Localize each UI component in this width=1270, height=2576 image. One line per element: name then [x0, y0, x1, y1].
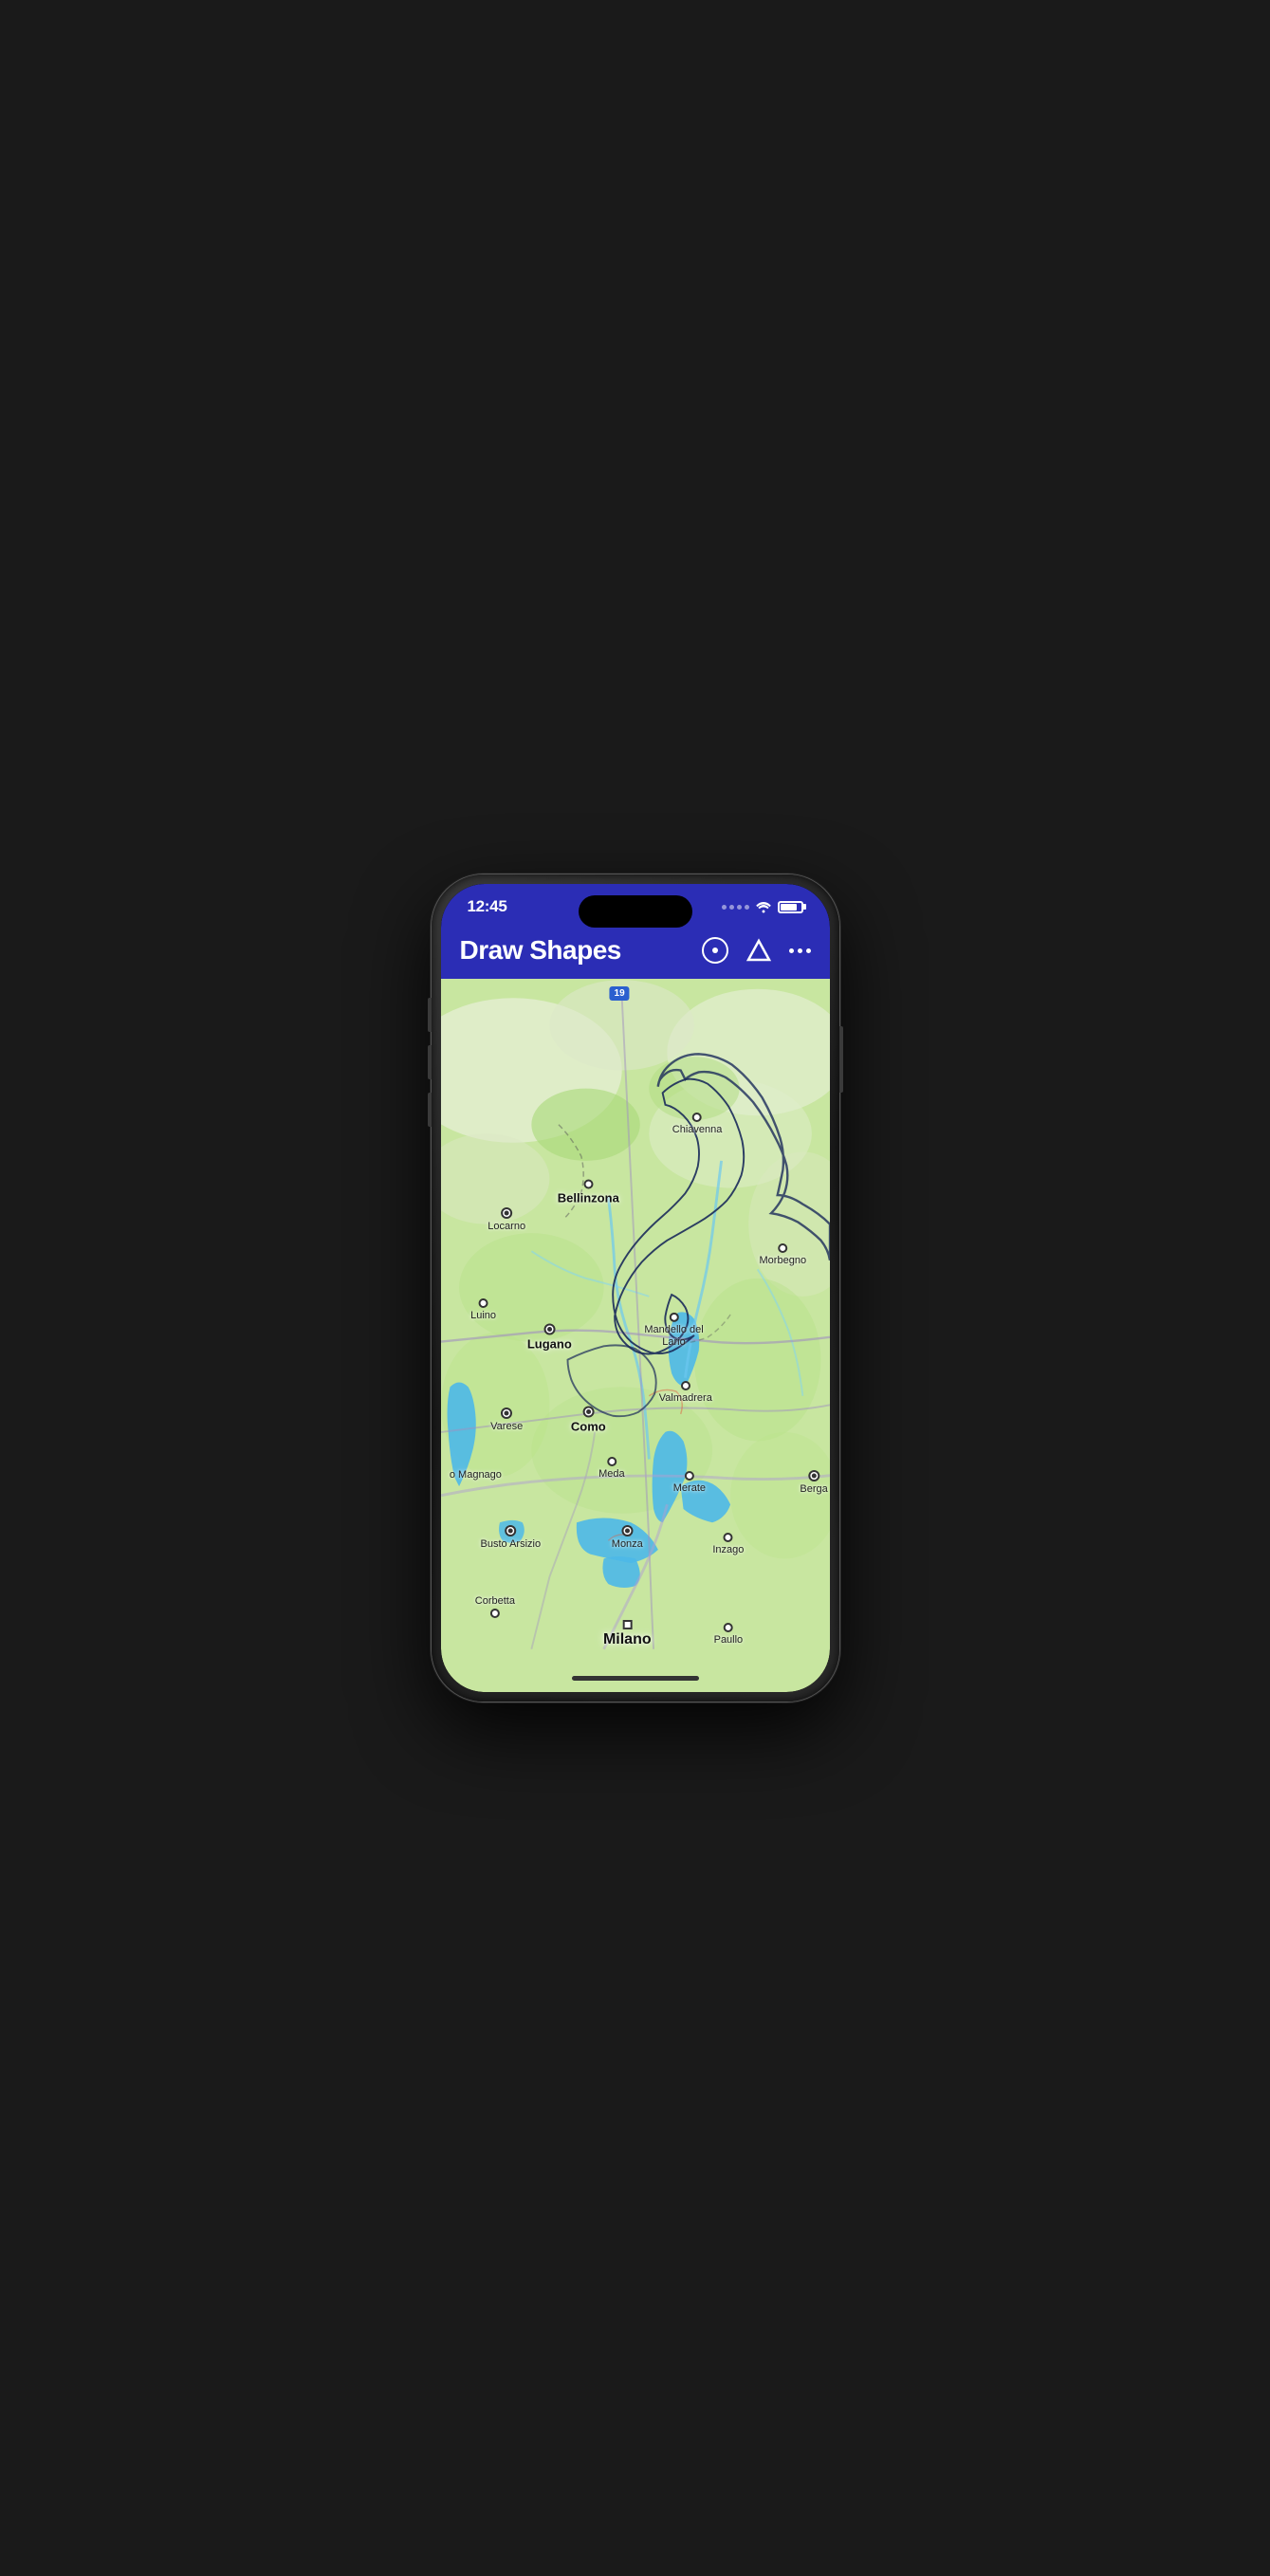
city-dot-como: [582, 1407, 594, 1418]
city-morbegno: Morbegno: [760, 1243, 807, 1266]
city-dot-morbegno: [778, 1243, 787, 1253]
city-como: Como: [571, 1407, 606, 1434]
city-magnago: o Magnago: [450, 1469, 502, 1481]
city-bellinzona: Bellinzona: [558, 1180, 619, 1205]
city-name-valmadrera: Valmadrera: [659, 1392, 712, 1404]
city-dot-bellinzona: [583, 1180, 593, 1189]
city-name-bellinzona: Bellinzona: [558, 1191, 619, 1205]
app-screen: 12:45: [441, 884, 830, 1692]
city-dot-valmadrera: [681, 1381, 690, 1390]
nav-bar: Draw Shapes: [441, 924, 830, 979]
city-name-luino: Luino: [470, 1310, 496, 1321]
city-luino: Luino: [470, 1298, 496, 1321]
city-dot-bergamo: [808, 1470, 819, 1481]
signal-dot-4: [745, 905, 749, 910]
city-corbetta: Corbetta: [475, 1595, 515, 1618]
city-paullo: Paullo: [714, 1623, 744, 1646]
city-dot-busto: [505, 1525, 516, 1536]
city-dot-luino: [479, 1298, 488, 1308]
city-name-inzago: Inzago: [712, 1544, 744, 1555]
nav-action-icons: [702, 937, 811, 964]
city-dot-locarno: [501, 1207, 512, 1219]
phone-screen: 12:45: [441, 884, 830, 1692]
signal-indicator: [722, 905, 749, 910]
city-inzago: Inzago: [712, 1533, 744, 1555]
city-monza: Monza: [612, 1525, 643, 1550]
map-background: [441, 979, 830, 1668]
signal-dot-2: [729, 905, 734, 910]
city-name-milano: Milano: [603, 1631, 652, 1648]
wifi-icon: [755, 900, 772, 913]
more-button[interactable]: [789, 948, 811, 953]
city-name-mandello: Mandello delLario: [644, 1324, 703, 1349]
city-dot-inzago: [724, 1533, 733, 1542]
city-name-morbegno: Morbegno: [760, 1255, 807, 1266]
signal-dot-1: [722, 905, 727, 910]
more-icon: [789, 948, 811, 953]
status-bar: 12:45: [441, 884, 830, 924]
target-icon: [702, 937, 728, 964]
city-dot-meda: [607, 1457, 617, 1466]
phone-device: 12:45: [432, 874, 839, 1702]
city-dot-varese: [501, 1408, 512, 1419]
signal-dot-3: [737, 905, 742, 910]
target-button[interactable]: [702, 937, 728, 964]
city-bergamo: Berga: [800, 1470, 827, 1495]
triangle-icon: [745, 937, 772, 964]
city-chiavenna: Chiavenna: [672, 1113, 723, 1135]
city-name-busto: Busto Arsizio: [481, 1538, 542, 1550]
city-dot-paullo: [724, 1623, 733, 1632]
city-locarno: Locarno: [488, 1207, 525, 1232]
city-lugano: Lugano: [527, 1324, 572, 1352]
map-view[interactable]: 19 Chiavenna Bellinzona Locarno: [441, 979, 830, 1668]
status-icons: [722, 900, 803, 913]
city-valmadrera: Valmadrera: [659, 1381, 712, 1404]
city-dot-corbetta: [490, 1609, 500, 1618]
city-varese: Varese: [490, 1408, 523, 1432]
city-merate: Merate: [673, 1471, 706, 1494]
city-name-paullo: Paullo: [714, 1634, 744, 1646]
dynamic-island: [579, 895, 692, 928]
home-indicator-area: [441, 1668, 830, 1692]
city-busto: Busto Arsizio: [481, 1525, 542, 1550]
city-dot-monza: [621, 1525, 633, 1536]
city-name-como: Como: [571, 1420, 606, 1434]
triangle-button[interactable]: [745, 937, 772, 964]
city-name-chiavenna: Chiavenna: [672, 1124, 723, 1135]
home-indicator-bar: [572, 1676, 699, 1681]
city-name-locarno: Locarno: [488, 1221, 525, 1232]
city-marker-milano: [622, 1620, 632, 1629]
road-badge-19: 19: [610, 986, 630, 1001]
city-name-monza: Monza: [612, 1538, 643, 1550]
battery-icon: [778, 901, 803, 913]
city-name-varese: Varese: [490, 1421, 523, 1432]
page-title: Draw Shapes: [460, 935, 702, 966]
city-name-corbetta: Corbetta: [475, 1595, 515, 1607]
city-name-lugano: Lugano: [527, 1337, 572, 1352]
city-dot-chiavenna: [692, 1113, 702, 1122]
status-time: 12:45: [468, 897, 507, 916]
city-mandello: Mandello delLario: [644, 1313, 703, 1349]
city-dot-lugano: [543, 1324, 555, 1335]
city-name-bergamo: Berga: [800, 1483, 827, 1495]
city-name-merate: Merate: [673, 1482, 706, 1494]
city-name-magnago: o Magnago: [450, 1469, 502, 1481]
city-dot-merate: [685, 1471, 694, 1481]
city-dot-mandello: [670, 1313, 679, 1322]
battery-fill: [781, 904, 798, 911]
city-meda: Meda: [598, 1457, 625, 1480]
city-name-meda: Meda: [598, 1468, 625, 1480]
city-milano: Milano: [603, 1620, 652, 1648]
